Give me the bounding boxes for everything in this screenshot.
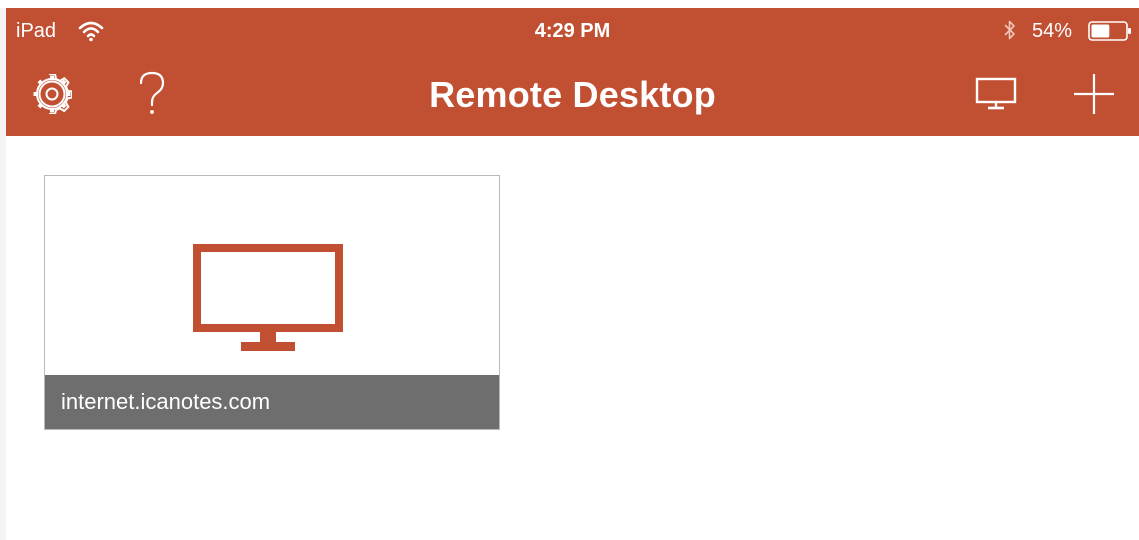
- connection-name: internet.icanotes.com: [45, 375, 499, 429]
- connection-tile[interactable]: internet.icanotes.com: [44, 175, 500, 430]
- page-title: Remote Desktop: [429, 74, 716, 115]
- battery-icon: [1088, 21, 1131, 41]
- remote-desktop-window: iPad 4:29 PM 54% Remote Desktop internet…: [0, 0, 1139, 540]
- status-bar: iPad 4:29 PM 54%: [6, 8, 1139, 54]
- app-header: iPad 4:29 PM 54% Remote Desktop: [6, 8, 1139, 136]
- status-time: 4:29 PM: [534, 20, 611, 42]
- monitor-icon: [193, 244, 343, 351]
- add-connection-button[interactable]: [1070, 68, 1118, 120]
- desktops-button[interactable]: [972, 72, 1020, 116]
- plus-icon: [1074, 74, 1114, 114]
- battery-percent: 54%: [1032, 20, 1073, 42]
- monitor-icon: [975, 77, 1017, 110]
- nav-bar: Remote Desktop: [6, 54, 1139, 136]
- top-edge: [0, 0, 1139, 8]
- bluetooth-icon: [1004, 20, 1015, 40]
